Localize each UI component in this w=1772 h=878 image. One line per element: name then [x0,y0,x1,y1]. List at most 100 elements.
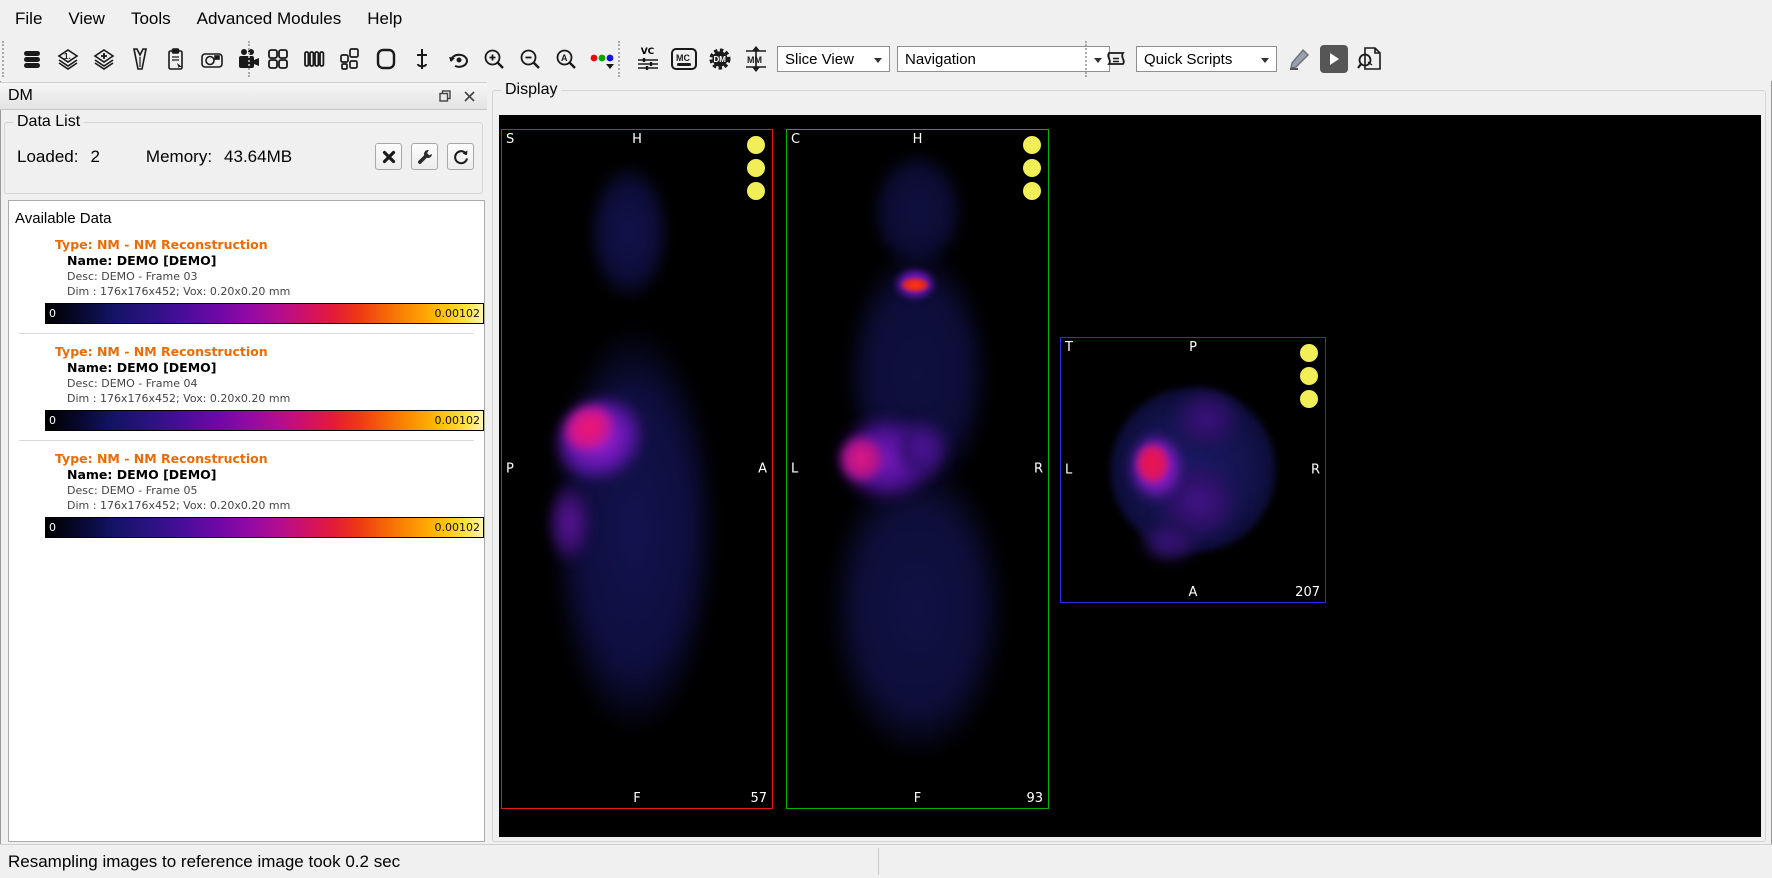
slice-number: 93 [1026,791,1043,806]
scale-min: 0 [49,521,56,534]
chevron-down-icon [1261,58,1269,63]
data-item-desc: Desc: DEMO - Frame 05 [67,484,198,497]
orientation-label: S [506,132,515,147]
layers-order-icon[interactable]: 1. [53,45,82,74]
scale-min: 0 [49,414,56,427]
scale-min: 0 [49,307,56,320]
available-data-label: Available Data [15,210,112,227]
frame-marker-dot [1300,344,1318,362]
script-edit-icon[interactable] [1284,45,1313,74]
display-canvas[interactable]: S H P A F 57 C H L R F 93 T P L R A 207 [499,115,1761,837]
layout-single-icon[interactable] [371,45,400,74]
slice-number: 207 [1295,585,1320,600]
frame-marker-dot [1300,367,1318,385]
menu-advanced-modules[interactable]: Advanced Modules [184,2,355,36]
slice-number: 57 [750,791,767,806]
colormap-bar[interactable]: 0 0.00102 [45,303,484,324]
menu-tools[interactable]: Tools [118,2,184,36]
data-item-dim: Dim : 176x176x452; Vox: 0.20x0.20 mm [67,285,291,298]
view-mode-select[interactable]: Slice View [777,46,890,72]
zoom-out-icon[interactable] [515,45,544,74]
orientation-label: T [1065,340,1073,355]
data-item-type: Type: NM - NM Reconstruction [55,344,268,359]
menu-view[interactable]: View [55,2,118,36]
dm-tool-icon[interactable]: DM [705,45,734,74]
tool-select[interactable]: Navigation [897,46,1110,72]
svg-text:DM: DM [713,55,726,64]
dm-panel-title: DM [8,87,33,104]
svg-text:1.: 1. [64,52,71,61]
color-channels-icon[interactable] [587,45,616,74]
loaded-value: 2 [90,146,100,166]
orientation-label: L [791,461,799,477]
refresh-button[interactable] [447,143,474,170]
zoom-auto-icon[interactable]: A [551,45,580,74]
orientation-label: F [633,791,641,806]
data-item-1[interactable]: Type: NM - NM Reconstruction Name: DEMO … [9,227,484,324]
data-item-2[interactable]: Type: NM - NM Reconstruction Name: DEMO … [9,334,484,431]
orientation-label: C [791,132,801,147]
orientation-label: A [1188,585,1198,600]
frame-marker-dot [1023,136,1041,154]
layers-add-icon[interactable] [89,45,118,74]
database-icon[interactable] [17,45,46,74]
data-item-3[interactable]: Type: NM - NM Reconstruction Name: DEMO … [9,441,484,538]
svg-text:MM: MM [747,55,762,65]
close-panel-icon[interactable] [459,87,479,105]
orientation-label: H [632,132,642,147]
zoom-in-icon[interactable] [479,45,508,74]
orientation-label: F [913,791,922,806]
available-data-list: Available Data Type: NM - NM Reconstruct… [8,200,485,842]
pan-tool-icon[interactable] [407,45,436,74]
colormap-bar[interactable]: 0 0.00102 [45,410,484,431]
mc-tool-icon[interactable]: MC [669,45,698,74]
script-report-icon[interactable] [1355,45,1384,74]
loaded-label: Loaded: [17,146,79,166]
script-icon[interactable] [1100,45,1129,74]
data-item-desc: Desc: DEMO - Frame 03 [67,270,198,283]
frame-marker-dot [1023,182,1041,200]
settings-wrench-button[interactable] [411,143,438,170]
sagittal-view[interactable]: S H P A F 57 [501,129,773,809]
orientation-label: P [1189,340,1197,355]
data-item-dim: Dim : 176x176x452; Vox: 0.20x0.20 mm [67,499,291,512]
coronal-view[interactable]: C H L R F 93 [786,129,1049,809]
transverse-view[interactable]: T P L R A 207 [1060,337,1326,603]
frame-marker-dot [1300,390,1318,408]
frame-marker-dot [747,159,765,177]
layout-mixed-icon[interactable] [335,45,364,74]
orientation-label: R [1033,461,1043,477]
menu-file[interactable]: File [2,2,55,36]
quick-scripts-select[interactable]: Quick Scripts [1136,46,1277,72]
menu-help[interactable]: Help [354,2,415,36]
frame-marker-dot [747,182,765,200]
frame-marker-dots [1300,344,1318,413]
orientation-label: L [1065,462,1073,478]
clipboard-report-icon[interactable] [161,45,190,74]
scale-max: 0.00102 [434,414,481,427]
menu-bar: File View Tools Advanced Modules Help [0,0,1772,37]
svg-text:A: A [561,53,568,63]
layout-quad-icon[interactable] [263,45,292,74]
display-label: Display [501,81,562,99]
display-group: Display S H P A F 57 C H L R F 93 T P L … [492,81,1766,842]
data-item-name: Name: DEMO [DEMO] [67,253,217,268]
rotate-view-icon[interactable] [443,45,472,74]
frame-marker-dot [747,136,765,154]
quick-scripts-value: Quick Scripts [1144,50,1233,68]
subject-icon[interactable] [125,45,154,74]
vc-label: VC [640,47,655,57]
colormap-bar[interactable]: 0 0.00102 [45,517,484,538]
layout-columns-icon[interactable] [299,45,328,74]
frame-marker-dots [747,136,765,205]
vc-tool-icon[interactable]: VC [633,45,662,74]
dm-panel-titlebar: DM [0,82,487,110]
data-list-group: Data List Loaded: 2 Memory: 43.64MB [4,113,483,194]
mm-tool-icon[interactable]: MM [741,45,770,74]
float-panel-icon[interactable] [435,87,455,105]
frame-marker-dots [1023,136,1041,205]
script-run-icon[interactable] [1320,45,1348,73]
data-item-type: Type: NM - NM Reconstruction [55,451,268,466]
camera-icon[interactable] [197,45,226,74]
clear-data-button[interactable] [375,143,402,170]
